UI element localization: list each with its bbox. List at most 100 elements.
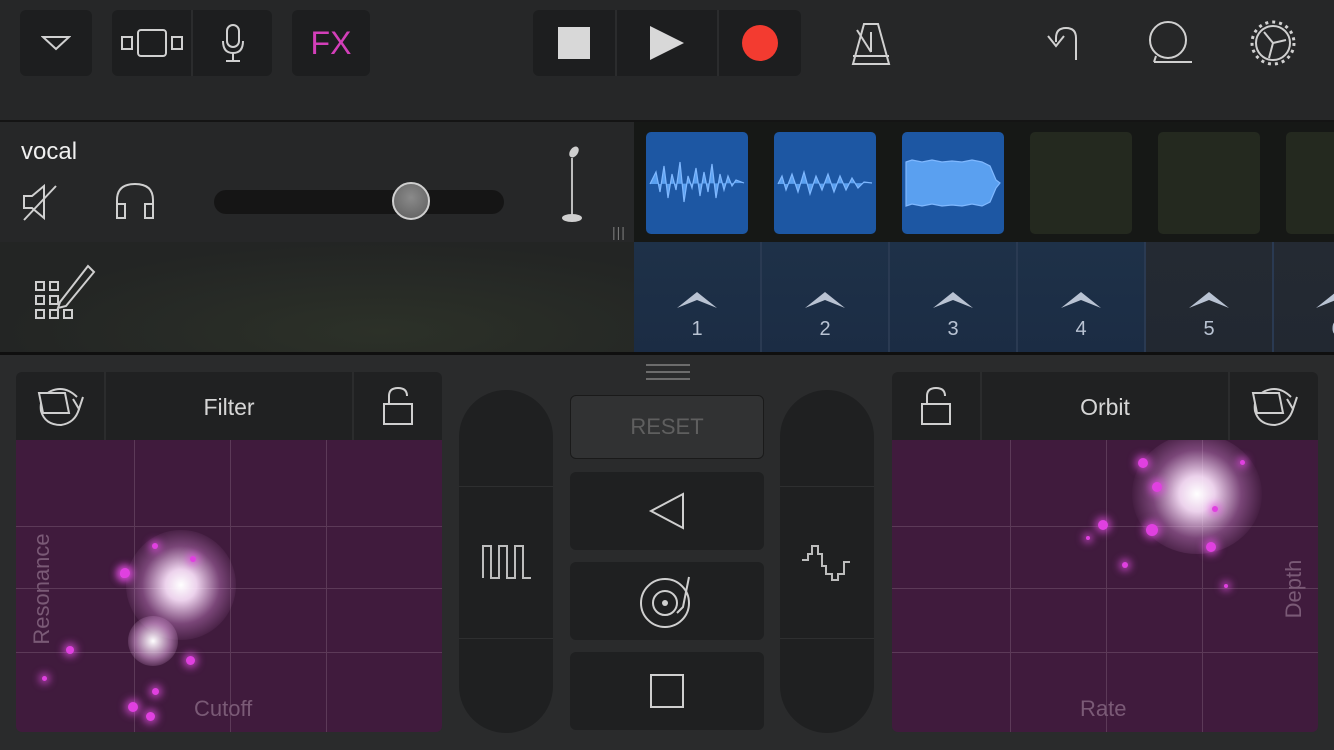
particle [1122, 562, 1128, 568]
particle [42, 676, 47, 681]
track-view-button[interactable] [112, 10, 192, 76]
particle [66, 646, 74, 654]
scene-number: 2 [819, 318, 831, 340]
panel-drag-handle[interactable] [646, 364, 690, 385]
track-header[interactable] [0, 122, 634, 243]
loop-icon [1149, 21, 1192, 63]
turntable-icon [640, 576, 690, 628]
grid-line [1010, 440, 1011, 732]
scene-trigger-3[interactable]: 3 [890, 242, 1018, 354]
track-instrument-icon[interactable] [558, 144, 588, 226]
sine-wave-icon [802, 545, 850, 581]
waveform-icon [905, 159, 1001, 207]
gear-icon [1250, 20, 1296, 66]
tracks-view-icon [121, 29, 183, 57]
particle [120, 568, 130, 578]
chevron-up-icon [933, 292, 973, 308]
microphone-button[interactable] [193, 10, 272, 76]
orbit-pad-header: Orbit [892, 372, 1318, 440]
wave-fx-control[interactable] [780, 390, 874, 733]
solo-button[interactable] [113, 180, 157, 222]
volume-slider-knob[interactable] [392, 182, 430, 220]
chevron-up-icon [1316, 293, 1334, 308]
particle [1240, 460, 1245, 465]
divider [459, 486, 553, 487]
reverse-triangle-icon [648, 492, 684, 530]
chevron-up-icon [1189, 292, 1229, 308]
particle [1152, 482, 1162, 492]
waveform-icon [649, 161, 745, 203]
pad-x-axis-label: Cutoff [194, 696, 253, 721]
orbit-rotate-button[interactable] [1230, 372, 1318, 440]
track-name: vocal [21, 138, 78, 165]
filter-lock-button[interactable] [354, 372, 442, 440]
region-cell-5[interactable] [1158, 132, 1260, 234]
scene-number: 1 [691, 318, 703, 340]
stop-fx-button[interactable] [570, 652, 764, 730]
scene-trigger-4[interactable]: 4 [1018, 242, 1146, 354]
loop-browser-button[interactable] [1146, 18, 1194, 66]
stop-button[interactable] [533, 10, 615, 76]
speaker-mute-icon [23, 183, 57, 221]
filter-xy-pad[interactable]: Cutoff Resonance [16, 440, 442, 732]
pad-y-axis-label: Resonance [29, 533, 54, 645]
region-cell-1[interactable] [646, 132, 748, 234]
waveform-icon [777, 169, 873, 197]
browser-menu-button[interactable] [20, 10, 92, 76]
particle [186, 656, 195, 665]
grid-line [16, 526, 442, 527]
transport-controls [533, 10, 801, 76]
mute-button[interactable] [20, 182, 60, 222]
metronome-button[interactable] [849, 18, 895, 68]
chevron-up-icon [677, 292, 717, 308]
orbit-xy-pad[interactable]: Rate Depth [892, 440, 1318, 732]
scene-trigger-1[interactable]: 1 [634, 242, 762, 354]
chevron-up-icon [1061, 292, 1101, 308]
rotate-pad-icon [1251, 388, 1298, 427]
reset-button[interactable]: RESET [570, 395, 764, 459]
grid-line [326, 440, 327, 732]
particle [1146, 524, 1158, 536]
touch-glow [1132, 440, 1262, 554]
gate-fx-control[interactable] [459, 390, 553, 733]
scene-trigger-2[interactable]: 2 [762, 242, 890, 354]
grid-edit-icon [35, 264, 96, 319]
record-button[interactable] [719, 10, 801, 76]
microphone-stand-icon [562, 146, 582, 222]
divider [780, 486, 874, 487]
record-icon [742, 25, 778, 61]
fx-button[interactable]: FX [292, 10, 370, 76]
particle [1098, 520, 1108, 530]
scene-number: 4 [1075, 318, 1087, 340]
particle [190, 556, 196, 562]
grid-line [892, 588, 1318, 589]
play-button[interactable] [617, 10, 717, 76]
toolbar: FX [0, 0, 1334, 122]
play-icon [650, 26, 684, 60]
gate-wave-icon [482, 545, 531, 579]
settings-button[interactable] [1250, 20, 1296, 66]
particle [146, 712, 155, 721]
view-controls-group [112, 10, 272, 76]
grid-line [16, 652, 442, 653]
region-cell-6[interactable] [1286, 132, 1334, 234]
scene-number: 3 [947, 318, 959, 340]
edit-cells-button[interactable] [32, 260, 96, 322]
region-cell-3[interactable] [902, 132, 1004, 234]
region-cell-4[interactable] [1030, 132, 1132, 234]
fx-label: FX [310, 24, 352, 61]
region-cell-2[interactable] [774, 132, 876, 234]
reverse-button[interactable] [570, 472, 764, 550]
scene-trigger-6[interactable]: 6 [1274, 242, 1334, 354]
undo-button[interactable] [1040, 20, 1084, 64]
particle [1086, 536, 1090, 540]
track-resize-grip[interactable]: ||| [612, 224, 626, 240]
scratch-button[interactable] [570, 562, 764, 640]
touch-glow [128, 616, 178, 666]
scene-trigger-5[interactable]: 5 [1146, 242, 1274, 354]
volume-slider-track[interactable] [214, 190, 504, 214]
chevron-up-icon [805, 292, 845, 308]
particle [1212, 506, 1218, 512]
chevron-down-icon [41, 36, 71, 51]
particle [152, 543, 158, 549]
